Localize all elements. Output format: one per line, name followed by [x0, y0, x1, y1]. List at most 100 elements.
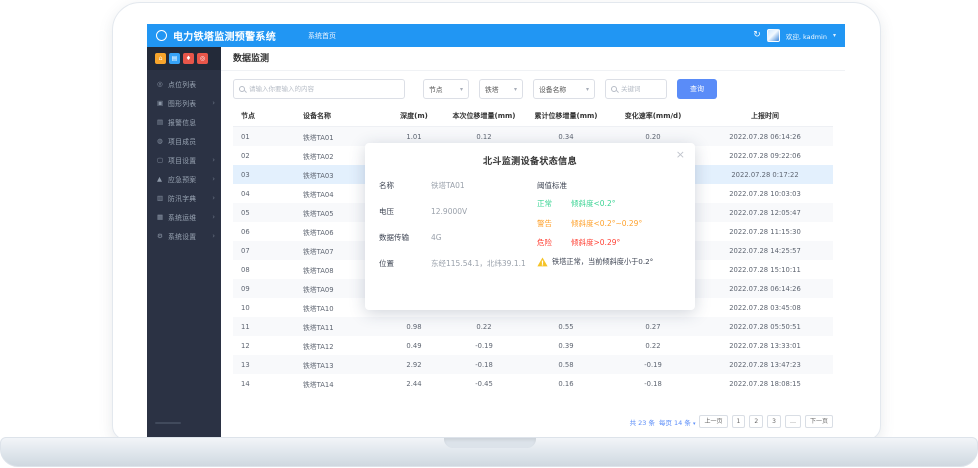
laptop-base	[0, 437, 978, 467]
table-cell: -0.18	[609, 380, 697, 388]
sidebar-item-1[interactable]: ▣图形列表›	[147, 93, 221, 112]
keyword-input[interactable]	[621, 85, 661, 93]
monitor-icon: ▢	[157, 156, 168, 164]
table-cell: 0.22	[609, 342, 697, 350]
chevron-down-icon[interactable]: ▾	[833, 32, 836, 39]
filter-dropdown-2[interactable]: 设备名称▾	[533, 79, 595, 99]
table-cell: 14	[233, 380, 303, 388]
page-size-label: 每页 14 条	[659, 419, 691, 427]
table-cell: 铁塔TA14	[303, 379, 383, 389]
page-button-3[interactable]: 3	[767, 415, 781, 428]
warning-icon: ▲	[157, 175, 168, 183]
column-header: 变化速率(mm/d)	[609, 111, 697, 121]
sidebar-item-2[interactable]: ▤报警信息	[147, 112, 221, 131]
column-header: 本次位移增量(mm)	[445, 111, 523, 121]
table-cell: 铁塔TA13	[303, 360, 383, 370]
sidebar-scrollbar[interactable]	[155, 422, 181, 424]
prev-page-button[interactable]: 上一页	[699, 415, 727, 428]
app-window: 电力铁塔监测预警系统 系统首页 ↻ 欢迎, kadmin ▾ ⌂▤♦◎ ◎点位列…	[147, 24, 845, 438]
table-cell: 2.44	[383, 380, 445, 388]
page-ellipsis[interactable]: …	[785, 415, 801, 428]
threshold-row: 正常倾斜度<0.2°	[537, 198, 681, 209]
table-cell: 06	[233, 228, 303, 236]
query-button[interactable]: 查询	[677, 79, 717, 99]
table-row[interactable]: 13铁塔TA132.92-0.180.58-0.192022.07.28 13:…	[233, 355, 833, 374]
table-cell: 02	[233, 152, 303, 160]
table-row[interactable]: 11铁塔TA110.980.220.550.272022.07.28 05:50…	[233, 317, 833, 336]
table-cell: -0.18	[445, 361, 523, 369]
field-label: 电压	[379, 206, 431, 217]
dropdown-label: 节点	[429, 84, 443, 94]
sidebar-item-8[interactable]: ⚙系统设置›	[147, 226, 221, 245]
modal-field-row: 名称铁塔TA01	[379, 180, 537, 191]
field-value: 铁塔TA01	[431, 180, 465, 191]
table-cell: 10	[233, 304, 303, 312]
svg-text:!: !	[541, 259, 544, 267]
table-row[interactable]: 14铁塔TA142.44-0.450.16-0.182022.07.28 18:…	[233, 374, 833, 393]
chevron-right-icon: ›	[212, 232, 215, 240]
threshold-level: 危险	[537, 237, 571, 248]
header-right: ↻ 欢迎, kadmin ▾	[753, 29, 836, 42]
sidebar-item-7[interactable]: ▦系统运维›	[147, 207, 221, 226]
sidebar-item-4[interactable]: ▢项目设置›	[147, 150, 221, 169]
sidebar-item-3[interactable]: ◍项目成员	[147, 131, 221, 150]
grid-icon: ▦	[157, 213, 168, 221]
file-icon[interactable]: ▤	[169, 53, 180, 64]
sidebar-item-5[interactable]: ▲应急预案›	[147, 169, 221, 188]
sidebar-item-0[interactable]: ◎点位列表	[147, 74, 221, 93]
table-cell: 2022.07.28 06:14:26	[697, 285, 833, 293]
status-note-text: 铁塔正常，当前倾斜度小于0.2°	[552, 257, 653, 267]
table-row[interactable]: 12铁塔TA120.49-0.190.390.222022.07.28 13:3…	[233, 336, 833, 355]
table-cell: 1.01	[383, 133, 445, 141]
table-cell: 铁塔TA01	[303, 132, 383, 142]
chevron-down-icon: ▾	[693, 421, 696, 427]
table-cell: 2022.07.28 10:03:03	[697, 190, 833, 198]
chevron-right-icon: ›	[212, 213, 215, 221]
keyword-input-box[interactable]	[605, 79, 667, 99]
warning-triangle-icon: !	[537, 257, 548, 267]
page-size-select[interactable]: 每页 14 条 ▾	[659, 417, 696, 427]
pagination-total: 共 23 条	[630, 417, 655, 427]
threshold-level: 警告	[537, 218, 571, 229]
nav-home[interactable]: 系统首页	[308, 31, 336, 41]
close-icon[interactable]: ×	[676, 149, 685, 160]
avatar[interactable]	[767, 29, 780, 42]
chevron-right-icon: ›	[212, 194, 215, 202]
sidebar-item-6[interactable]: ▥防汛字典›	[147, 188, 221, 207]
page-button-1[interactable]: 1	[732, 415, 746, 428]
table-cell: 0.12	[445, 133, 523, 141]
chevron-right-icon: ›	[212, 175, 215, 183]
column-header: 累计位移增量(mm)	[523, 111, 609, 121]
search-icon: ◍	[157, 137, 168, 145]
document-icon: ▥	[157, 194, 168, 202]
laptop-mockup: 电力铁塔监测预警系统 系统首页 ↻ 欢迎, kadmin ▾ ⌂▤♦◎ ◎点位列…	[0, 0, 978, 468]
page-button-2[interactable]: 2	[749, 415, 763, 428]
refresh-icon[interactable]: ↻	[753, 31, 761, 40]
chart-icon: ▣	[157, 99, 168, 107]
table-cell: 09	[233, 285, 303, 293]
app-title: 电力铁塔监测预警系统	[173, 28, 276, 43]
table-cell: 2022.07.28 11:15:30	[697, 228, 833, 236]
search-input-box[interactable]	[233, 79, 405, 99]
alarm-icon[interactable]: ♦	[183, 53, 194, 64]
next-page-button[interactable]: 下一页	[805, 415, 833, 428]
table-cell: 03	[233, 171, 303, 179]
threshold-level: 正常	[537, 198, 571, 209]
welcome-text[interactable]: 欢迎, kadmin	[786, 31, 827, 41]
table-cell: 05	[233, 209, 303, 217]
search-input[interactable]	[249, 85, 399, 93]
filter-dropdown-0[interactable]: 节点▾	[423, 79, 469, 99]
modal-field-row: 位置东经115.54.1，北纬39.1.1	[379, 258, 537, 269]
home-icon[interactable]: ⌂	[155, 53, 166, 64]
table-cell: 0.16	[523, 380, 609, 388]
field-value: 东经115.54.1，北纬39.1.1	[431, 258, 526, 269]
table-cell: 04	[233, 190, 303, 198]
table-cell: 0.22	[445, 323, 523, 331]
power-icon[interactable]: ◎	[197, 53, 208, 64]
dropdown-label: 铁塔	[485, 84, 499, 94]
sidebar-quick-icons: ⌂▤♦◎	[147, 47, 221, 70]
filter-dropdown-1[interactable]: 铁塔▾	[479, 79, 523, 99]
table-cell: 0.20	[609, 133, 697, 141]
table-cell: 11	[233, 323, 303, 331]
table-cell: 铁塔TA11	[303, 322, 383, 332]
